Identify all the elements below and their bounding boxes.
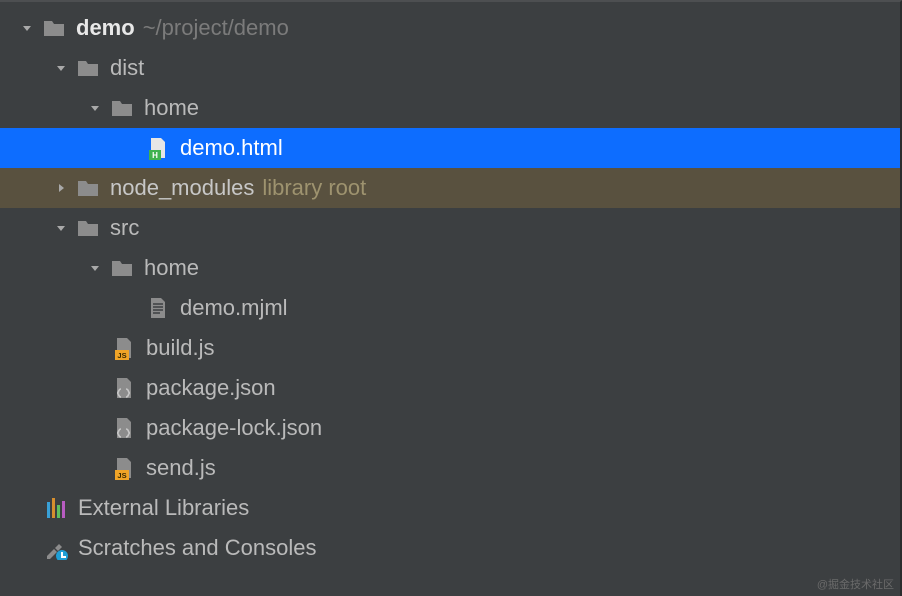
tree-file-send-js[interactable]: send.js: [0, 448, 902, 488]
tree-file-build-js[interactable]: build.js: [0, 328, 902, 368]
scratches-icon: [44, 536, 68, 560]
folder-icon: [76, 216, 100, 240]
file-label: package.json: [146, 368, 276, 408]
chevron-down-icon[interactable]: [52, 62, 70, 74]
folder-icon: [42, 16, 66, 40]
folder-icon: [76, 176, 100, 200]
watermark: @掘金技术社区: [817, 576, 894, 592]
tree-file-demo-mjml[interactable]: demo.mjml: [0, 288, 902, 328]
js-file-icon: [112, 336, 136, 360]
json-file-icon: [112, 376, 136, 400]
folder-label: node_modules: [110, 168, 254, 208]
external-libraries-icon: [44, 496, 68, 520]
chevron-down-icon[interactable]: [52, 222, 70, 234]
tree-file-package-json[interactable]: package.json: [0, 368, 902, 408]
file-label: send.js: [146, 448, 216, 488]
json-file-icon: [112, 416, 136, 440]
chevron-right-icon[interactable]: [52, 182, 70, 194]
tree-external-libraries[interactable]: External Libraries: [0, 488, 902, 528]
file-label: demo.html: [180, 128, 283, 168]
tree-file-package-lock-json[interactable]: package-lock.json: [0, 408, 902, 448]
label: External Libraries: [78, 488, 249, 528]
folder-label: home: [144, 88, 199, 128]
folder-icon: [110, 256, 134, 280]
file-label: demo.mjml: [180, 288, 288, 328]
file-label: package-lock.json: [146, 408, 322, 448]
folder-label: dist: [110, 48, 144, 88]
label: Scratches and Consoles: [78, 528, 316, 568]
project-tree[interactable]: demo ~/project/demo dist home demo.html …: [0, 0, 902, 568]
chevron-down-icon[interactable]: [86, 262, 104, 274]
tree-scratches-consoles[interactable]: Scratches and Consoles: [0, 528, 902, 568]
js-file-icon: [112, 456, 136, 480]
tree-folder-src-home[interactable]: home: [0, 248, 902, 288]
tree-folder-node-modules[interactable]: node_modules library root: [0, 168, 902, 208]
root-name: demo: [76, 8, 135, 48]
tree-file-demo-html[interactable]: demo.html: [0, 128, 902, 168]
folder-icon: [110, 96, 134, 120]
folder-label: home: [144, 248, 199, 288]
folder-label: src: [110, 208, 139, 248]
folder-icon: [76, 56, 100, 80]
file-label: build.js: [146, 328, 214, 368]
tree-folder-dist-home[interactable]: home: [0, 88, 902, 128]
root-path: ~/project/demo: [143, 8, 289, 48]
generic-file-icon: [146, 296, 170, 320]
chevron-down-icon[interactable]: [18, 22, 36, 34]
html-file-icon: [146, 136, 170, 160]
library-root-tag: library root: [262, 168, 366, 208]
tree-folder-src[interactable]: src: [0, 208, 902, 248]
tree-root-demo[interactable]: demo ~/project/demo: [0, 8, 902, 48]
chevron-down-icon[interactable]: [86, 102, 104, 114]
tree-folder-dist[interactable]: dist: [0, 48, 902, 88]
